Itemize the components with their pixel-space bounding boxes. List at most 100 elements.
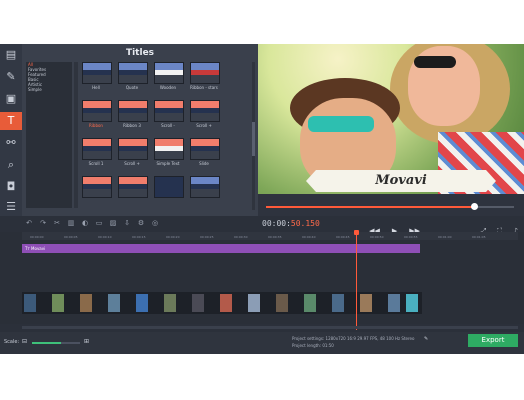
video-clip[interactable] bbox=[164, 294, 176, 312]
project-settings-text: Project settings: 1280x720 16:9 29.97 FP… bbox=[292, 336, 415, 341]
thumbnail-label: Simple Text bbox=[156, 161, 180, 166]
timeline: 00:00:00 00:00:05 00:00:10 00:00:15 00:0… bbox=[0, 232, 524, 324]
status-bar: Scale: ⊟ ⊞ Project settings: 1280x720 16… bbox=[0, 332, 524, 354]
video-clip[interactable] bbox=[388, 294, 400, 312]
thumbnail-label: Quote bbox=[125, 85, 139, 90]
edit-toolbar: ↶ ↷ ✂ ▥ ◐ ▭ ▨ ⇩ ⚙ ◎ bbox=[22, 216, 258, 230]
export-button[interactable]: Export bbox=[468, 334, 518, 347]
title-thumbnail[interactable] bbox=[118, 138, 148, 160]
thumbnail-label: Ribbon 3 bbox=[123, 123, 141, 128]
title-thumbnail[interactable] bbox=[154, 176, 184, 198]
scale-label: Scale: bbox=[4, 339, 20, 345]
title-thumbnail[interactable] bbox=[82, 100, 112, 122]
preview-seek-bar[interactable] bbox=[266, 203, 514, 210]
video-clip[interactable] bbox=[80, 294, 92, 312]
transitions-icon[interactable]: ⚯ bbox=[2, 134, 20, 152]
title-thumbnail[interactable] bbox=[118, 176, 148, 198]
color-icon[interactable]: ◐ bbox=[80, 218, 90, 228]
title-thumbnail[interactable] bbox=[82, 176, 112, 198]
video-clip[interactable] bbox=[360, 294, 372, 312]
undo-icon[interactable]: ↶ bbox=[24, 218, 34, 228]
video-preview: Movavi bbox=[258, 44, 524, 194]
edit-settings-icon[interactable]: ✎ bbox=[424, 336, 428, 342]
crop-icon[interactable]: ▭ bbox=[94, 218, 104, 228]
title-clip-label: Tт Movavi bbox=[25, 246, 46, 251]
ruler-tick: 00:00:05 bbox=[64, 235, 78, 239]
video-track[interactable] bbox=[22, 292, 422, 314]
menu-icon[interactable]: ☰ bbox=[2, 198, 20, 216]
video-clip[interactable] bbox=[406, 294, 418, 312]
ruler-tick: 00:00:20 bbox=[166, 235, 180, 239]
zoom-out-icon[interactable]: ⊟ bbox=[22, 338, 27, 345]
titles-icon[interactable]: T bbox=[0, 112, 22, 130]
title-thumbnail[interactable] bbox=[190, 100, 220, 122]
audio-icon[interactable]: ⇩ bbox=[122, 218, 132, 228]
video-clip[interactable] bbox=[248, 294, 260, 312]
video-clip[interactable] bbox=[136, 294, 148, 312]
titles-panel: Titles All Favorites Featured Basic Arti… bbox=[22, 44, 258, 216]
project-length-text: Project length: 01:50 bbox=[292, 343, 334, 348]
image-icon[interactable]: ▨ bbox=[108, 218, 118, 228]
video-clip[interactable] bbox=[52, 294, 64, 312]
filters-icon[interactable]: ▣ bbox=[2, 90, 20, 108]
title-thumbnail[interactable] bbox=[190, 138, 220, 160]
playhead[interactable] bbox=[356, 232, 357, 330]
video-clip[interactable] bbox=[24, 294, 36, 312]
ruler-tick: 00:00:25 bbox=[200, 235, 214, 239]
ruler-tick: 00:00:35 bbox=[268, 235, 282, 239]
record-icon[interactable]: ◎ bbox=[150, 218, 160, 228]
video-clip[interactable] bbox=[276, 294, 288, 312]
titles-scrollbar-thumb[interactable] bbox=[252, 122, 255, 156]
stickers-icon[interactable]: ◘ bbox=[2, 178, 20, 196]
video-clip[interactable] bbox=[108, 294, 120, 312]
titles-scrollbar[interactable] bbox=[252, 62, 255, 210]
thumbnail-label: Ribbon bbox=[89, 123, 103, 128]
timecode-display: 00:00:50.150 bbox=[262, 219, 320, 228]
title-thumbnail[interactable] bbox=[82, 62, 112, 84]
cut-icon[interactable]: ✂ bbox=[52, 218, 62, 228]
titles-heading: Titles bbox=[125, 48, 155, 58]
ruler-tick: 00:00:50 bbox=[370, 235, 384, 239]
timecode-main: 00:00: bbox=[262, 219, 291, 228]
video-clip[interactable] bbox=[192, 294, 204, 312]
thumbnail-label: Hell bbox=[92, 85, 100, 90]
scale-slider-fill bbox=[32, 342, 61, 344]
scale-slider[interactable] bbox=[32, 342, 80, 344]
video-clip[interactable] bbox=[304, 294, 316, 312]
ruler-tick: 00:00:40 bbox=[302, 235, 316, 239]
title-thumbnail[interactable] bbox=[118, 62, 148, 84]
ruler-tick: 00:00:00 bbox=[30, 235, 44, 239]
timeline-scrollbar[interactable] bbox=[22, 326, 518, 329]
thumbnail-label: Ribbon - stars bbox=[190, 85, 218, 90]
title-thumbnail[interactable] bbox=[154, 100, 184, 122]
title-thumbnail[interactable] bbox=[190, 176, 220, 198]
preview-seek-fill bbox=[266, 206, 475, 208]
zoom-icon[interactable]: ⌕ bbox=[2, 156, 20, 174]
ruler-tick: 00:00:45 bbox=[336, 235, 350, 239]
magic-wand-icon[interactable]: ✎ bbox=[2, 68, 20, 86]
video-clip[interactable] bbox=[332, 294, 344, 312]
category-item[interactable]: Simple bbox=[26, 87, 72, 92]
title-thumbnail[interactable] bbox=[154, 62, 184, 84]
title-thumbnail[interactable] bbox=[154, 138, 184, 160]
title-clip[interactable]: Tт Movavi bbox=[22, 244, 420, 253]
ruler-tick: 00:00:30 bbox=[234, 235, 248, 239]
title-thumbnail[interactable] bbox=[118, 100, 148, 122]
category-scrollbar[interactable] bbox=[74, 62, 78, 208]
settings-icon[interactable]: ⚙ bbox=[136, 218, 146, 228]
video-editor-window: ▤ ✎ ▣ T ⚯ ⌕ ◘ ☰ Titles All Favorites Fea… bbox=[0, 44, 524, 354]
preview-sunglasses bbox=[414, 56, 456, 68]
title-banner: Movavi bbox=[306, 170, 496, 192]
zoom-in-icon[interactable]: ⊞ bbox=[84, 338, 89, 345]
time-ruler[interactable]: 00:00:00 00:00:05 00:00:10 00:00:15 00:0… bbox=[22, 232, 518, 240]
redo-icon[interactable]: ↷ bbox=[38, 218, 48, 228]
title-thumbnail[interactable] bbox=[82, 138, 112, 160]
video-clip[interactable] bbox=[220, 294, 232, 312]
ruler-tick: 00:00:55 bbox=[404, 235, 418, 239]
thumbnail-label: Slide bbox=[199, 161, 209, 166]
title-thumbnail[interactable] bbox=[190, 62, 220, 84]
thumbnail-label: Scroll 1 bbox=[88, 161, 104, 166]
left-tool-column: ▤ ✎ ▣ T ⚯ ⌕ ◘ ☰ bbox=[0, 44, 22, 216]
import-icon[interactable]: ▤ bbox=[2, 46, 20, 64]
delete-icon[interactable]: ▥ bbox=[66, 218, 76, 228]
